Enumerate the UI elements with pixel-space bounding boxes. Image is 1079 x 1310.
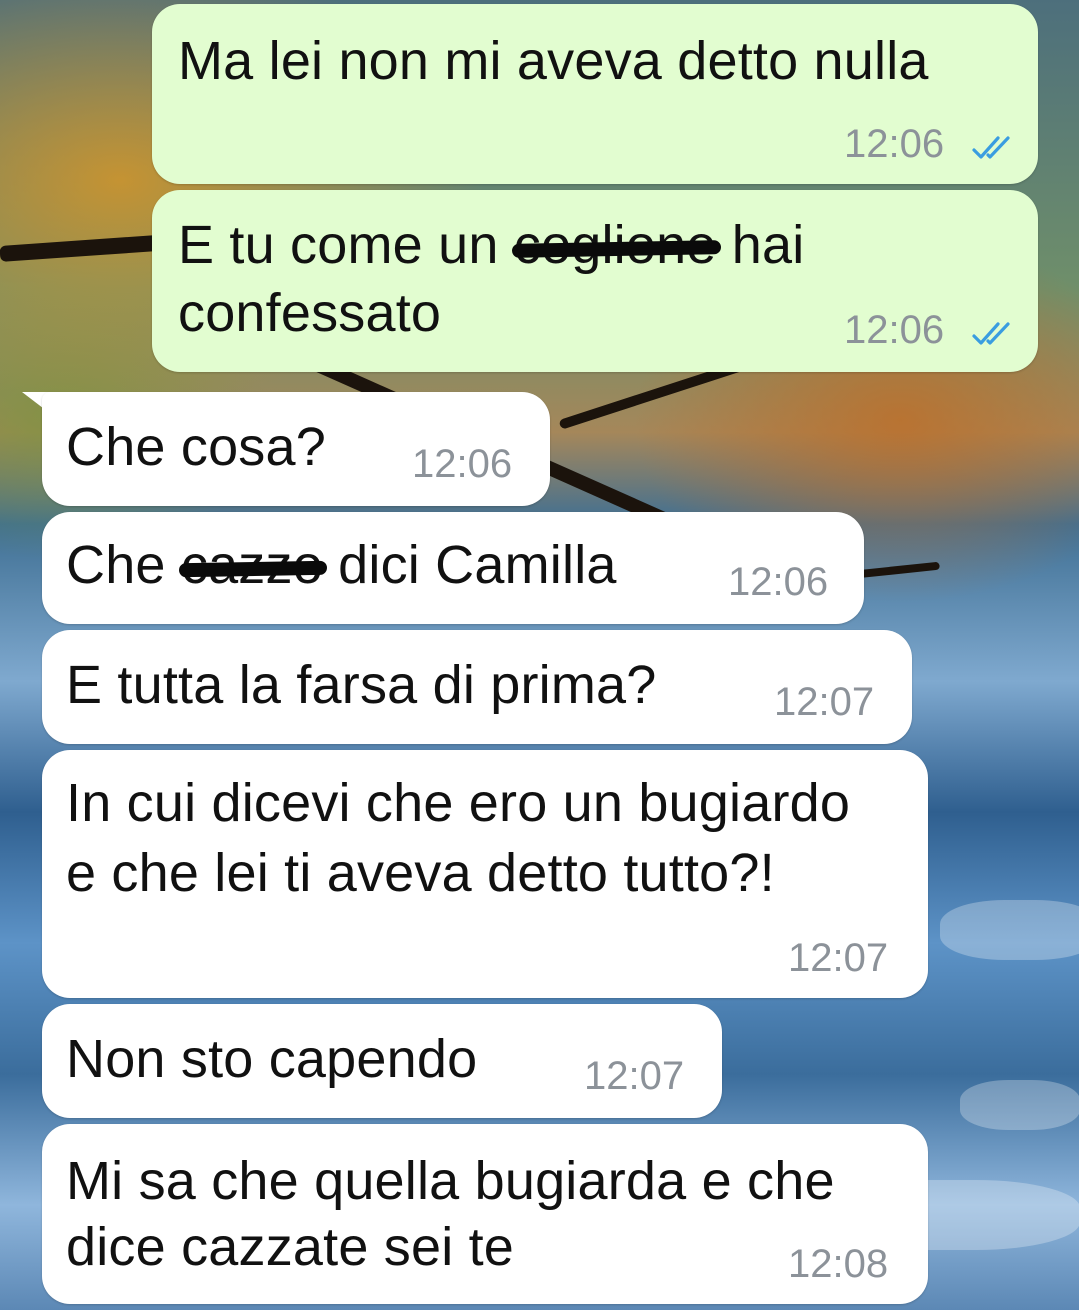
- message-text: Ma lei non mi aveva detto nulla: [178, 31, 929, 91]
- message-text: E tu come un coglione hai: [178, 212, 804, 278]
- message-text: Non sto capendo: [66, 1029, 478, 1089]
- message-text-line-2: e che lei ti aveva detto tutto?!: [66, 843, 775, 903]
- message-time: 12:08: [788, 1242, 889, 1286]
- message-text-fragment: dici Camilla: [322, 535, 617, 595]
- message-time: 12:07: [774, 680, 875, 724]
- message-time: 12:06: [728, 560, 829, 604]
- message-text: In cui dicevi che ero un bugiardo: [66, 773, 851, 833]
- message-bubble-incoming[interactable]: E tutta la farsa di prima? 12:07: [42, 630, 912, 744]
- message-text: Che cazzo dici Camilla: [66, 532, 617, 598]
- message-text-line-2: confessato: [178, 283, 442, 343]
- message-time: 12:06: [844, 308, 945, 352]
- message-bubble-outgoing[interactable]: E tu come un coglione hai confessato 12:…: [152, 190, 1038, 372]
- message-text: E tutta la farsa di prima?: [66, 655, 657, 715]
- message-bubble-incoming[interactable]: Non sto capendo 12:07: [42, 1004, 722, 1118]
- message-text: Che cosa?: [66, 417, 326, 477]
- message-bubble-incoming[interactable]: In cui dicevi che ero un bugiardo e che …: [42, 750, 928, 998]
- message-text-line-2: dice cazzate sei te: [66, 1217, 515, 1277]
- censored-word: cazzo: [181, 532, 323, 598]
- message-text-fragment: Che: [66, 535, 181, 595]
- message-time: 12:07: [788, 936, 889, 980]
- message-time: 12:07: [584, 1054, 685, 1098]
- message-time: 12:06: [844, 122, 945, 166]
- censored-word: coglione: [514, 212, 717, 278]
- read-double-check-icon: [972, 322, 1010, 345]
- message-bubble-outgoing[interactable]: Ma lei non mi aveva detto nulla 12:06: [152, 4, 1038, 184]
- message-bubble-incoming[interactable]: Mi sa che quella bugiarda e che dice caz…: [42, 1124, 928, 1304]
- message-bubble-incoming[interactable]: Che cosa? 12:06: [42, 392, 550, 506]
- message-bubble-incoming[interactable]: Che cazzo dici Camilla 12:06: [42, 512, 864, 624]
- read-double-check-icon: [972, 136, 1010, 159]
- message-text-fragment: hai: [716, 215, 805, 275]
- message-text-fragment: E tu come un: [178, 215, 514, 275]
- message-text: Mi sa che quella bugiarda e che: [66, 1151, 835, 1211]
- message-time: 12:06: [412, 442, 513, 486]
